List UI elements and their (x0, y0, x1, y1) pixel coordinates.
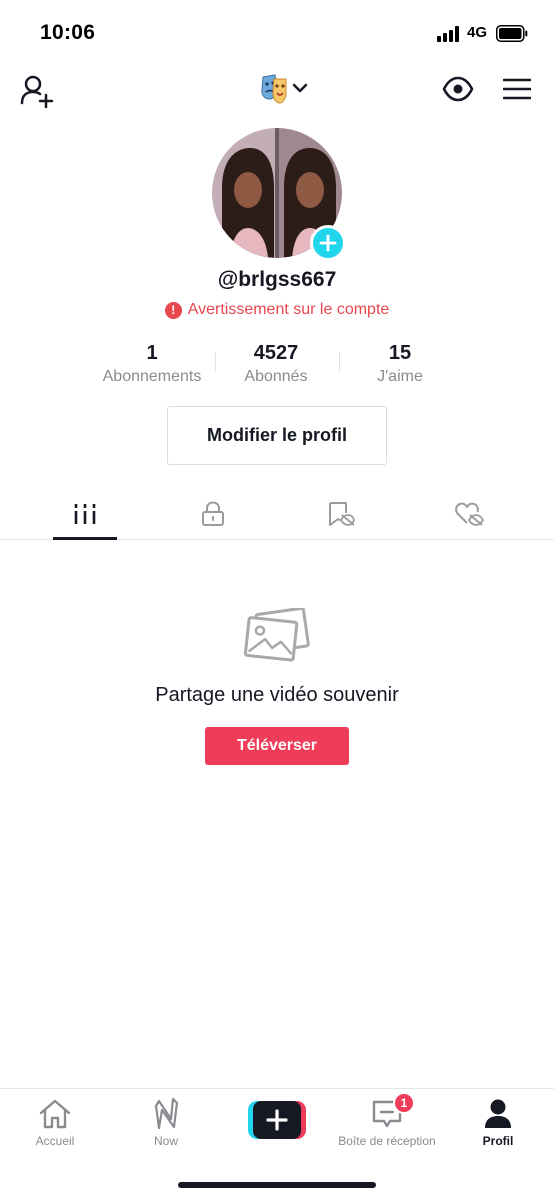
nav-label: Now (153, 1134, 178, 1148)
account-warning-text: Avertissement sur le compte (187, 301, 390, 318)
eye-icon (442, 76, 474, 102)
warning-icon: ! (164, 301, 182, 319)
stat-followers[interactable]: 4527 Abonnés (214, 340, 338, 386)
nav-label: Boîte de réception (338, 1134, 436, 1148)
add-user-button[interactable] (18, 72, 56, 110)
plus-icon (319, 234, 337, 252)
tab-private[interactable] (144, 488, 282, 540)
add-user-icon (20, 75, 54, 109)
stat-label: Abonnés (244, 368, 308, 385)
profile-views-button[interactable] (440, 74, 476, 104)
account-switch-icon (261, 74, 308, 104)
battery-icon (496, 25, 528, 42)
stat-value: 1 (146, 342, 158, 364)
account-warning-link[interactable]: ! Avertissement sur le compte (0, 301, 554, 319)
stat-value: 15 (388, 342, 412, 364)
nav-now[interactable]: Now (111, 1097, 221, 1157)
signal-icon (437, 26, 461, 42)
nav-home[interactable]: Accueil (0, 1097, 110, 1157)
photos-icon (243, 608, 310, 662)
nav-inbox[interactable]: Boîte de réception (332, 1097, 442, 1157)
stat-label: Abonnements (102, 368, 202, 385)
add-avatar-button[interactable] (310, 225, 346, 261)
saved-hidden-icon (329, 502, 355, 526)
profile-icon (485, 1099, 511, 1128)
tab-saved[interactable] (272, 488, 410, 540)
now-icon (154, 1097, 179, 1130)
nav-label: Profil (482, 1134, 514, 1148)
nav-profile[interactable]: Profil (443, 1097, 553, 1157)
profile-stats: 1 Abonnements 4527 Abonnés 15 J'aime (90, 340, 462, 392)
inbox-badge: 1 (393, 1092, 415, 1114)
liked-hidden-icon (455, 502, 484, 526)
active-tab-indicator (53, 537, 117, 540)
profile-avatar[interactable] (212, 128, 346, 261)
home-icon (39, 1099, 71, 1129)
status-time: 10:06 (40, 21, 96, 44)
private-lock-icon (202, 501, 224, 526)
upload-button[interactable]: Téléverser (205, 727, 349, 765)
home-indicator (178, 1182, 376, 1188)
videos-grid-icon (74, 504, 96, 524)
stat-following[interactable]: 1 Abonnements (90, 340, 214, 386)
nav-label: Accueil (35, 1134, 75, 1148)
stat-label: J'aime (377, 368, 423, 385)
account-switch-button[interactable] (258, 72, 314, 106)
stat-value: 4527 (253, 342, 299, 364)
menu-button[interactable] (500, 74, 534, 104)
menu-icon (503, 78, 531, 100)
username: @brlgss667 (217, 268, 337, 291)
tab-liked[interactable] (400, 488, 538, 540)
profile-tabs (0, 488, 554, 540)
stat-likes[interactable]: 15 J'aime (338, 340, 462, 386)
top-nav (0, 64, 554, 116)
status-bar: 10:06 4G (0, 0, 554, 64)
create-plus-icon (266, 1109, 288, 1131)
tab-videos[interactable] (16, 488, 154, 540)
create-button[interactable] (248, 1101, 306, 1139)
empty-state-title: Partage une vidéo souvenir (155, 684, 399, 706)
edit-profile-button[interactable]: Modifier le profil (167, 406, 387, 465)
network-type: 4G (467, 24, 488, 41)
